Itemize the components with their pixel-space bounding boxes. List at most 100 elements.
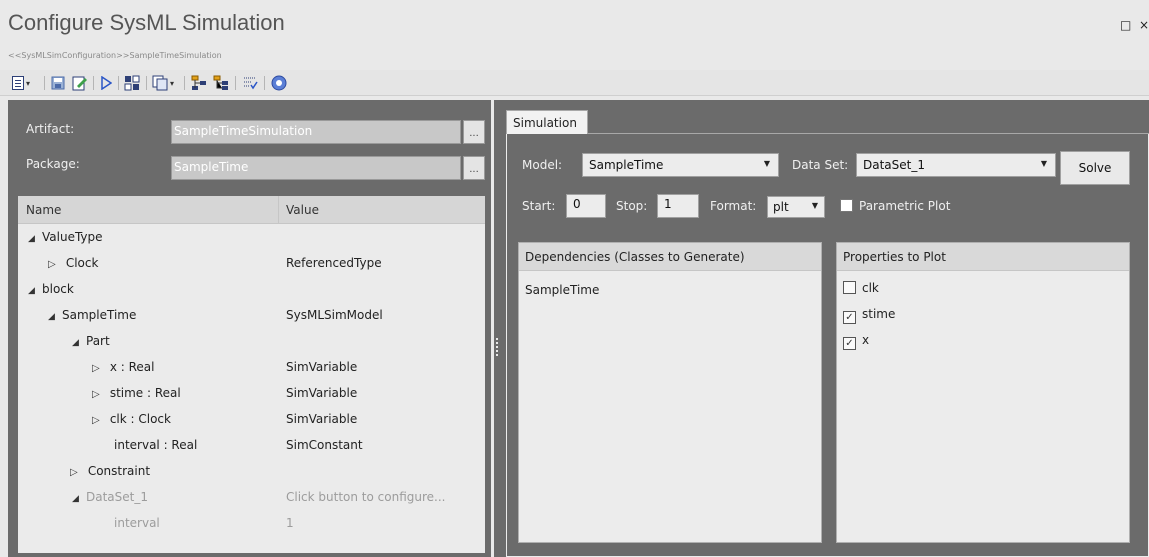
checkbox-checked-icon[interactable]: ✓ <box>843 311 856 324</box>
solve-button[interactable]: Solve <box>1060 151 1130 185</box>
table-row[interactable]: ◢ SampleTime SysMLSimModel <box>18 303 485 329</box>
new-document-icon[interactable]: ▾ <box>12 74 30 92</box>
plot-property-clk[interactable]: clk <box>843 281 879 295</box>
properties-grid: Name Value ◢ ValueType ▷ Clock Referenced… <box>18 196 485 553</box>
panel-splitter[interactable] <box>494 100 502 557</box>
model-label: Model: <box>522 158 563 172</box>
row-name: Clock <box>65 256 99 270</box>
row-name: stime : Real <box>109 386 181 400</box>
artifact-browse-button[interactable]: ... <box>463 120 485 144</box>
table-row[interactable]: ◢ DataSet_1 Click button to configure... <box>18 485 485 511</box>
chevron-down-icon: ▼ <box>811 201 818 210</box>
row-value: SimVariable <box>286 386 358 400</box>
stop-label: Stop: <box>616 199 648 213</box>
parametric-plot-label: Parametric Plot <box>859 199 951 213</box>
plot-property-label: stime <box>862 307 896 321</box>
row-value: SysMLSimModel <box>286 308 383 322</box>
artifact-field[interactable]: SampleTimeSimulation <box>171 120 461 144</box>
window-title: Configure SysML Simulation <box>8 10 285 35</box>
structure-alt-icon[interactable] <box>213 74 229 92</box>
expand-icon[interactable]: ▷ <box>92 415 106 426</box>
table-row[interactable]: ◢ ValueType <box>18 225 485 251</box>
checkbox-icon[interactable] <box>843 281 856 294</box>
row-name: interval : Real <box>114 438 198 452</box>
dataset-label: Data Set: <box>792 158 849 172</box>
format-select-value: plt <box>773 200 789 214</box>
expand-icon[interactable]: ▷ <box>48 259 62 270</box>
table-row[interactable]: ▷ stime : Real SimVariable <box>18 381 485 407</box>
plot-property-label: clk <box>862 281 879 295</box>
chevron-down-icon: ▼ <box>1040 159 1047 168</box>
package-label: Package: <box>26 157 80 171</box>
dependencies-panel: Dependencies (Classes to Generate) Sampl… <box>518 242 822 543</box>
properties-to-plot-panel: Properties to Plot clk ✓ stime ✓ x <box>836 242 1130 543</box>
edit-icon[interactable] <box>72 74 88 92</box>
plot-property-stime[interactable]: ✓ stime <box>843 307 895 324</box>
window-subtitle: <<SysMLSimConfiguration>>SampleTimeSimul… <box>8 51 222 60</box>
row-name: Part <box>86 334 110 348</box>
format-label: Format: <box>710 199 757 213</box>
checkbox-checked-icon[interactable]: ✓ <box>843 337 856 350</box>
table-row[interactable]: ▷ Clock ReferencedType <box>18 251 485 277</box>
start-input[interactable]: 0 <box>566 194 606 218</box>
properties-to-plot-header: Properties to Plot <box>837 243 1129 271</box>
row-name: Constraint <box>87 464 151 478</box>
collapse-icon[interactable]: ◢ <box>28 234 42 244</box>
parametric-plot-checkbox[interactable]: Parametric Plot <box>840 199 950 213</box>
stop-input[interactable]: 1 <box>657 194 699 218</box>
table-row[interactable]: interval 1 <box>18 511 485 537</box>
package-field[interactable]: SampleTime <box>171 156 461 180</box>
generate-icon[interactable] <box>124 74 140 92</box>
copy-icon[interactable]: ▾ <box>152 74 174 92</box>
row-name: DataSet_1 <box>86 490 148 504</box>
model-select-value: SampleTime <box>589 158 664 172</box>
plot-property-label: x <box>862 333 870 347</box>
plot-property-x[interactable]: ✓ x <box>843 333 869 350</box>
dependencies-header: Dependencies (Classes to Generate) <box>519 243 821 271</box>
collapse-icon[interactable]: ◢ <box>28 286 42 296</box>
toolbar: ▾ ▾ <box>0 70 1149 96</box>
checkbox-icon[interactable] <box>840 199 853 212</box>
row-name: interval <box>114 516 160 530</box>
tab-simulation[interactable]: Simulation <box>506 110 588 134</box>
chevron-down-icon: ▼ <box>763 159 770 168</box>
dataset-select[interactable]: DataSet_1 ▼ <box>856 153 1056 177</box>
artifact-label: Artifact: <box>26 122 75 136</box>
run-icon[interactable] <box>100 74 112 92</box>
table-row[interactable]: interval : Real SimConstant <box>18 433 485 459</box>
collapse-icon[interactable]: ◢ <box>72 494 86 504</box>
row-value: SimVariable <box>286 360 358 374</box>
row-value: SimConstant <box>286 438 363 452</box>
row-value: ReferencedType <box>286 256 382 270</box>
row-name: SampleTime <box>62 308 137 322</box>
column-value-header[interactable]: Value <box>286 203 319 217</box>
package-browse-button[interactable]: ... <box>463 156 485 180</box>
save-icon[interactable] <box>51 74 65 92</box>
grid-header: Name Value <box>18 196 485 224</box>
row-value: 1 <box>286 516 294 530</box>
table-row[interactable]: ◢ block <box>18 277 485 303</box>
collapse-icon[interactable]: ◢ <box>48 312 62 322</box>
maximize-button[interactable]: □ <box>1120 18 1131 32</box>
model-select[interactable]: SampleTime ▼ <box>582 153 779 177</box>
table-row[interactable]: ▷ Constraint <box>18 459 485 485</box>
table-row[interactable]: ▷ clk : Clock SimVariable <box>18 407 485 433</box>
expand-icon[interactable]: ▷ <box>70 467 84 478</box>
row-name: clk : Clock <box>109 412 171 426</box>
list-item[interactable]: SampleTime <box>525 283 599 297</box>
expand-icon[interactable]: ▷ <box>92 389 106 400</box>
table-row[interactable]: ▷ x : Real SimVariable <box>18 355 485 381</box>
dataset-select-value: DataSet_1 <box>863 158 925 172</box>
column-name-header[interactable]: Name <box>26 203 61 217</box>
collapse-icon[interactable]: ◢ <box>72 338 86 348</box>
start-label: Start: <box>522 199 556 213</box>
row-value[interactable]: Click button to configure... <box>286 490 446 504</box>
format-select[interactable]: plt ▼ <box>767 196 825 218</box>
structure-icon[interactable] <box>191 74 207 92</box>
expand-icon[interactable]: ▷ <box>92 363 106 374</box>
help-icon[interactable] <box>271 74 287 92</box>
table-row[interactable]: ◢ Part <box>18 329 485 355</box>
filter-icon[interactable] <box>242 74 258 92</box>
row-name: x : Real <box>109 360 155 374</box>
close-button[interactable]: × <box>1139 18 1149 32</box>
